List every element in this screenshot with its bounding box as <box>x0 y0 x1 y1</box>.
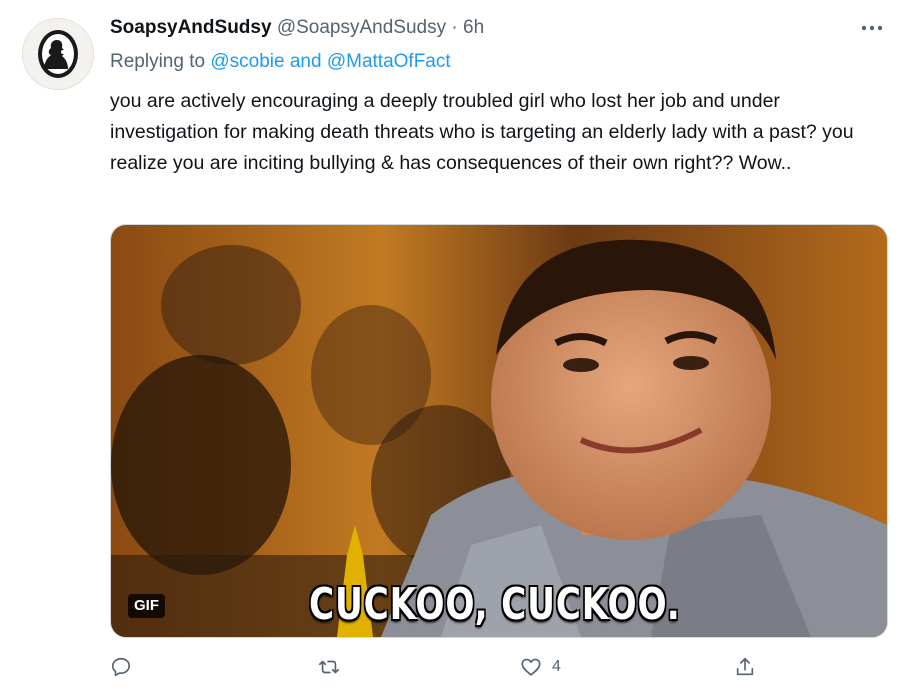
more-button[interactable] <box>858 18 886 38</box>
share-icon <box>736 657 754 676</box>
replying-to-label: Replying to <box>110 51 206 72</box>
separator-dot: · <box>451 17 458 38</box>
like-button[interactable]: 4 <box>520 652 561 682</box>
avatar[interactable] <box>22 18 94 90</box>
reply-button[interactable] <box>110 652 142 682</box>
share-button[interactable] <box>734 652 766 682</box>
user-handle[interactable]: @SoapsyAndSudsy <box>277 17 446 38</box>
tweet-text: you are actively encouraging a deeply tr… <box>110 90 854 174</box>
like-icon <box>521 658 541 676</box>
mention-link-mattaoffact[interactable]: @MattaOfFact <box>327 51 451 72</box>
mention-link-scobie[interactable]: @scobie <box>210 51 284 72</box>
action-bar: 4 <box>110 652 770 682</box>
retweet-icon <box>319 660 339 674</box>
like-count: 4 <box>552 658 561 675</box>
display-name[interactable]: SoapsyAndSudsy <box>110 17 272 38</box>
gif-caption: CUCKOO, CUCKOO. <box>309 579 681 630</box>
timestamp[interactable]: 6h <box>463 17 484 38</box>
gif-badge: GIF <box>128 594 165 618</box>
replying-to: Replying to @scobie and @MattaOfFact <box>110 50 451 74</box>
more-icon <box>861 25 883 31</box>
reply-icon <box>111 657 131 677</box>
mention-and[interactable]: and <box>290 51 322 72</box>
gif-frame-image <box>111 225 887 637</box>
gif-media[interactable] <box>110 224 888 638</box>
tweet-header: SoapsyAndSudsy @SoapsyAndSudsy · 6h <box>110 16 880 40</box>
avatar-silhouette-icon <box>38 30 78 78</box>
retweet-button[interactable] <box>318 652 350 682</box>
